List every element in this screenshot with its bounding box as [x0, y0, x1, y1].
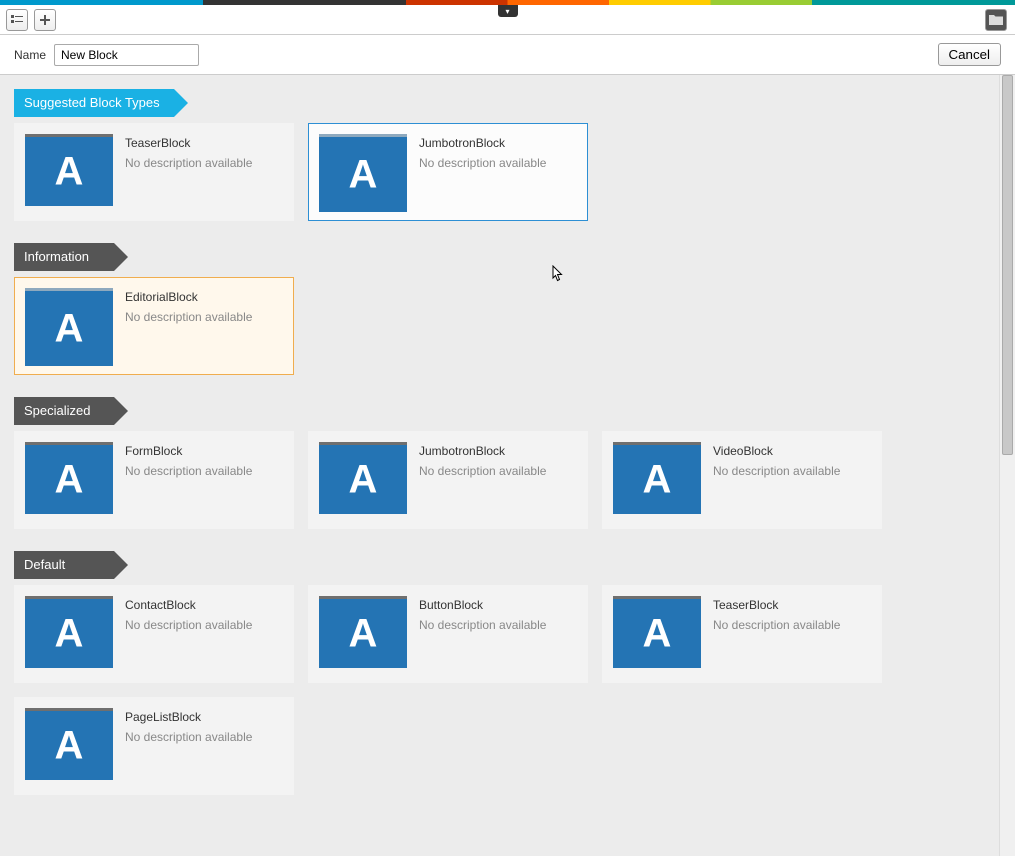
content-area: Suggested Block Types A TeaserBlock No desc… — [0, 75, 999, 856]
block-type-card[interactable]: A VideoBlock No description available — [602, 431, 882, 529]
card-description: No description available — [419, 156, 546, 170]
card-text: ButtonBlock No description available — [419, 596, 546, 672]
card-description: No description available — [713, 464, 840, 478]
block-type-card[interactable]: A ButtonBlock No description available — [308, 585, 588, 683]
card-description: No description available — [419, 618, 546, 632]
card-text: JumbotronBlock No description available — [419, 442, 546, 518]
block-letter-icon: A — [55, 306, 84, 351]
section-header: Suggested Block Types — [14, 89, 174, 117]
section-header: Specialized — [14, 397, 114, 425]
card-description: No description available — [713, 618, 840, 632]
block-letter-icon: A — [349, 152, 378, 197]
card-title: PageListBlock — [125, 710, 252, 724]
card-description: No description available — [125, 310, 252, 324]
block-letter-icon: A — [349, 611, 378, 656]
section: Information A EditorialBlock No description… — [14, 243, 989, 375]
section-header: Default — [14, 551, 114, 579]
scrollbar-thumb[interactable] — [1002, 75, 1013, 455]
card-description: No description available — [125, 618, 252, 632]
name-bar: Name Cancel — [0, 35, 1015, 75]
card-grid: A EditorialBlock No description available — [14, 277, 989, 375]
section: Specialized A FormBlock No description avai… — [14, 397, 989, 529]
card-text: EditorialBlock No description available — [125, 288, 252, 364]
block-icon: A — [613, 596, 701, 668]
block-icon: A — [319, 134, 407, 212]
block-icon: A — [319, 442, 407, 514]
block-type-card[interactable]: A JumbotronBlock No description available — [308, 431, 588, 529]
card-title: EditorialBlock — [125, 290, 252, 304]
card-text: PageListBlock No description available — [125, 708, 252, 784]
block-type-card[interactable]: A JumbotronBlock No description available — [308, 123, 588, 221]
block-type-card[interactable]: A TeaserBlock No description available — [602, 585, 882, 683]
section-header: Information — [14, 243, 114, 271]
card-title: TeaserBlock — [125, 136, 252, 150]
block-icon: A — [25, 596, 113, 668]
block-letter-icon: A — [55, 457, 84, 502]
block-type-card[interactable]: A TeaserBlock No description available — [14, 123, 294, 221]
dropdown-handle[interactable]: ▾ — [498, 5, 518, 17]
add-button[interactable] — [34, 9, 56, 31]
card-description: No description available — [125, 156, 252, 170]
block-type-card[interactable]: A PageListBlock No description available — [14, 697, 294, 795]
card-grid: A FormBlock No description available A Jumbo… — [14, 431, 989, 529]
block-letter-icon: A — [643, 611, 672, 656]
card-description: No description available — [419, 464, 546, 478]
card-title: FormBlock — [125, 444, 252, 458]
block-type-card[interactable]: A FormBlock No description available — [14, 431, 294, 529]
card-text: TeaserBlock No description available — [713, 596, 840, 672]
cancel-button[interactable]: Cancel — [938, 43, 1002, 66]
block-icon: A — [25, 442, 113, 514]
block-letter-icon: A — [349, 457, 378, 502]
card-text: JumbotronBlock No description available — [419, 134, 546, 210]
card-title: ButtonBlock — [419, 598, 546, 612]
name-input[interactable] — [54, 44, 199, 66]
card-text: ContactBlock No description available — [125, 596, 252, 672]
card-title: JumbotronBlock — [419, 136, 546, 150]
block-type-card[interactable]: A EditorialBlock No description available — [14, 277, 294, 375]
block-icon: A — [319, 596, 407, 668]
card-title: JumbotronBlock — [419, 444, 546, 458]
tree-button[interactable] — [6, 9, 28, 31]
block-icon: A — [25, 288, 113, 366]
card-text: VideoBlock No description available — [713, 442, 840, 518]
block-letter-icon: A — [55, 149, 84, 194]
card-text: TeaserBlock No description available — [125, 134, 252, 210]
card-text: FormBlock No description available — [125, 442, 252, 518]
block-icon: A — [25, 708, 113, 780]
card-description: No description available — [125, 464, 252, 478]
block-icon: A — [25, 134, 113, 206]
block-icon: A — [613, 442, 701, 514]
card-grid: A ContactBlock No description available A Bu… — [14, 585, 989, 795]
card-description: No description available — [125, 730, 252, 744]
section: Suggested Block Types A TeaserBlock No desc… — [14, 89, 989, 221]
folder-button[interactable] — [985, 9, 1007, 31]
name-label: Name — [14, 48, 46, 62]
block-letter-icon: A — [55, 723, 84, 768]
block-letter-icon: A — [643, 457, 672, 502]
main-area: Suggested Block Types A TeaserBlock No desc… — [0, 75, 1015, 856]
card-title: ContactBlock — [125, 598, 252, 612]
block-letter-icon: A — [55, 611, 84, 656]
card-title: TeaserBlock — [713, 598, 840, 612]
scrollbar[interactable] — [999, 75, 1015, 856]
section: Default A ContactBlock No description avail… — [14, 551, 989, 795]
block-type-card[interactable]: A ContactBlock No description available — [14, 585, 294, 683]
card-grid: A TeaserBlock No description available A Jum… — [14, 123, 989, 221]
card-title: VideoBlock — [713, 444, 840, 458]
